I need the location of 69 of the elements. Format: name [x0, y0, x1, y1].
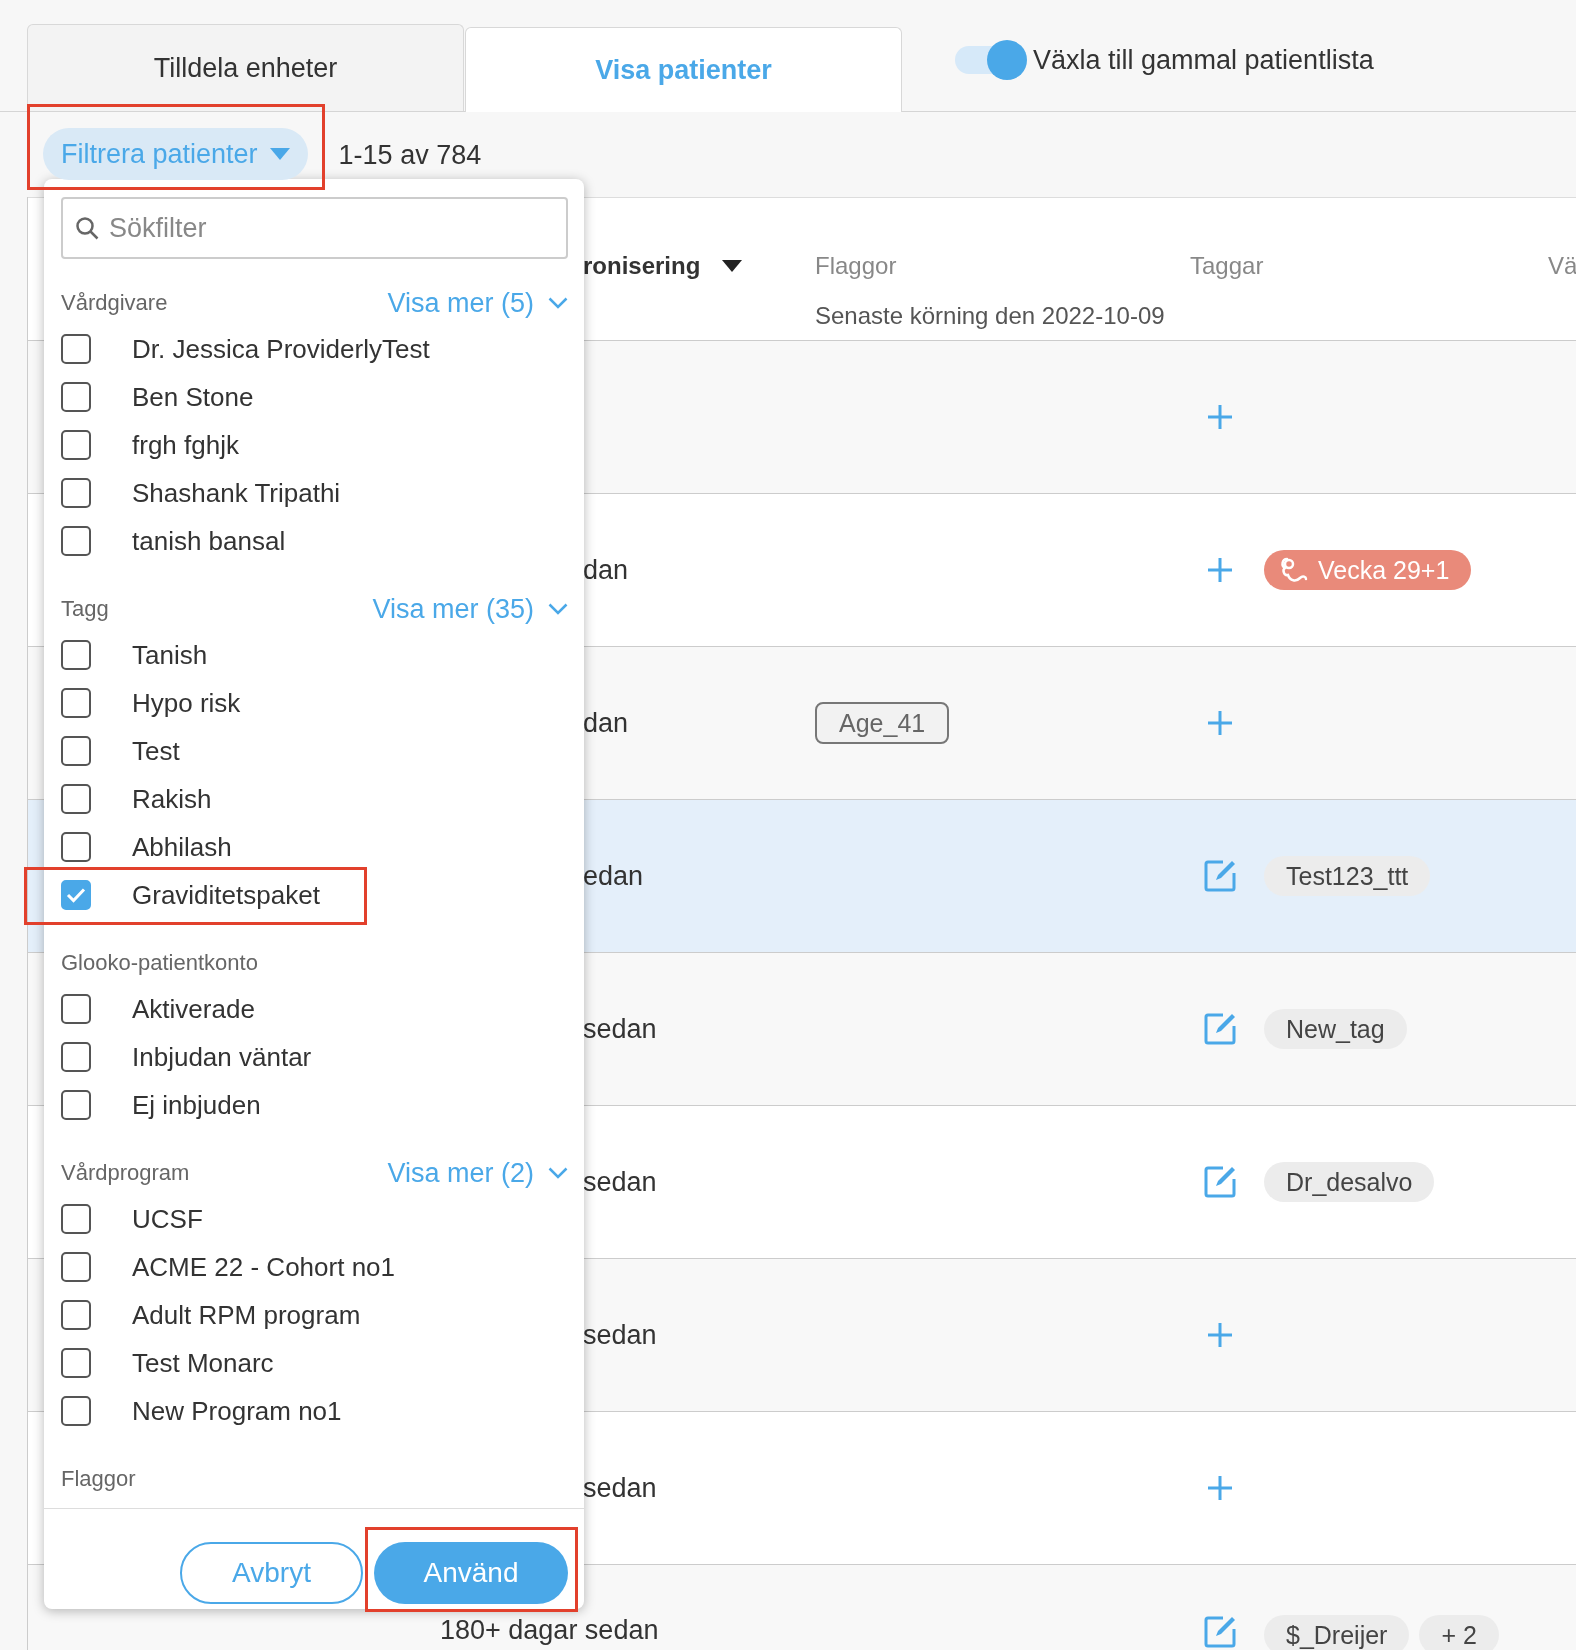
checkbox-label[interactable]: Inbjudan väntar	[132, 1041, 312, 1073]
checkbox-label[interactable]: Test	[132, 735, 180, 767]
checkbox-label[interactable]: Graviditetspaket	[132, 879, 320, 911]
checkbox[interactable]	[61, 688, 91, 718]
checkbox-label[interactable]: Hypo risk	[132, 687, 241, 719]
checkbox[interactable]	[61, 382, 91, 412]
checkbox[interactable]	[61, 880, 91, 910]
checkbox[interactable]	[61, 334, 91, 364]
last-sync-text: sedan	[583, 1319, 657, 1350]
caret-icon	[269, 148, 290, 160]
checkbox[interactable]	[61, 430, 91, 460]
checkbox-label[interactable]: Aktiverade	[132, 993, 255, 1025]
last-sync-text: edan	[583, 860, 644, 891]
section-heading: Vårdprogram	[61, 1160, 190, 1186]
column-subheader: Senaste körning den 2022-10-09	[815, 301, 1166, 331]
checkbox-label[interactable]: Ben Stone	[132, 381, 254, 413]
flag-tag: Age_41	[815, 702, 950, 744]
checkbox[interactable]	[61, 736, 91, 766]
column-header[interactable]: Flaggor	[815, 251, 1190, 281]
tag-label: Vecka 29+1	[1318, 555, 1450, 585]
toggle-switch[interactable]	[955, 38, 1027, 82]
column-header[interactable]: Taggar	[1190, 251, 1548, 281]
last-sync-text: dan	[583, 707, 629, 738]
checkbox-label[interactable]: Dr. Jessica ProviderlyTest	[132, 333, 430, 365]
checkbox[interactable]	[61, 1348, 91, 1378]
sort-icon[interactable]	[722, 260, 743, 272]
plus-icon[interactable]	[1207, 1475, 1233, 1501]
last-sync-text: sedan	[583, 1166, 657, 1197]
tag-chip: New_tag	[1264, 1009, 1407, 1049]
check-icon	[66, 887, 86, 903]
checkbox[interactable]	[61, 478, 91, 508]
search-field[interactable]: Sökfilter	[61, 197, 568, 259]
search-icon	[75, 216, 99, 240]
section-heading: Tagg	[61, 596, 109, 622]
checkbox[interactable]	[61, 526, 91, 556]
tag-chip: Dr_desalvo	[1264, 1162, 1435, 1202]
checkbox-label[interactable]: tanish bansal	[132, 525, 286, 557]
last-sync-text: 180+ dagar sedan	[440, 1615, 659, 1645]
section-heading: Vårdgivare	[61, 290, 168, 316]
result-count: 1-15 av 784	[338, 140, 482, 170]
chevron-down-icon	[548, 1167, 568, 1179]
checkbox[interactable]	[61, 1204, 91, 1234]
tag-chip: Test123_ttt	[1264, 856, 1431, 896]
baby-icon	[1278, 555, 1308, 585]
checkbox-label[interactable]: frgh fghjk	[132, 429, 239, 461]
edit-icon[interactable]	[1203, 1165, 1237, 1199]
checkbox[interactable]	[61, 640, 91, 670]
tab[interactable]: Tilldela enheter	[27, 24, 464, 111]
checkbox-label[interactable]: Test Monarc	[132, 1347, 274, 1379]
checkbox[interactable]	[61, 1396, 91, 1426]
last-sync-text: dan	[583, 554, 629, 585]
checkbox[interactable]	[61, 1090, 91, 1120]
chevron-down-icon	[548, 603, 568, 615]
checkbox[interactable]	[61, 1300, 91, 1330]
section-heading: Glooko-patientkonto	[61, 950, 258, 976]
checkbox[interactable]	[61, 832, 91, 862]
plus-icon[interactable]	[1207, 557, 1233, 583]
toggle-label: Växla till gammal patientlista	[1033, 44, 1374, 76]
checkbox[interactable]	[61, 1042, 91, 1072]
checkbox[interactable]	[61, 994, 91, 1024]
checkbox-label[interactable]: UCSF	[132, 1203, 203, 1235]
checkbox-label[interactable]: Abhilash	[132, 831, 232, 863]
section-heading: Flaggor	[61, 1466, 136, 1492]
checkbox[interactable]	[61, 1252, 91, 1282]
chevron-down-icon	[548, 297, 568, 309]
checkbox[interactable]	[61, 784, 91, 814]
last-sync-text: sedan	[583, 1013, 657, 1044]
last-sync-text: sedan	[583, 1472, 657, 1503]
checkbox-label[interactable]: Adult RPM program	[132, 1299, 361, 1331]
